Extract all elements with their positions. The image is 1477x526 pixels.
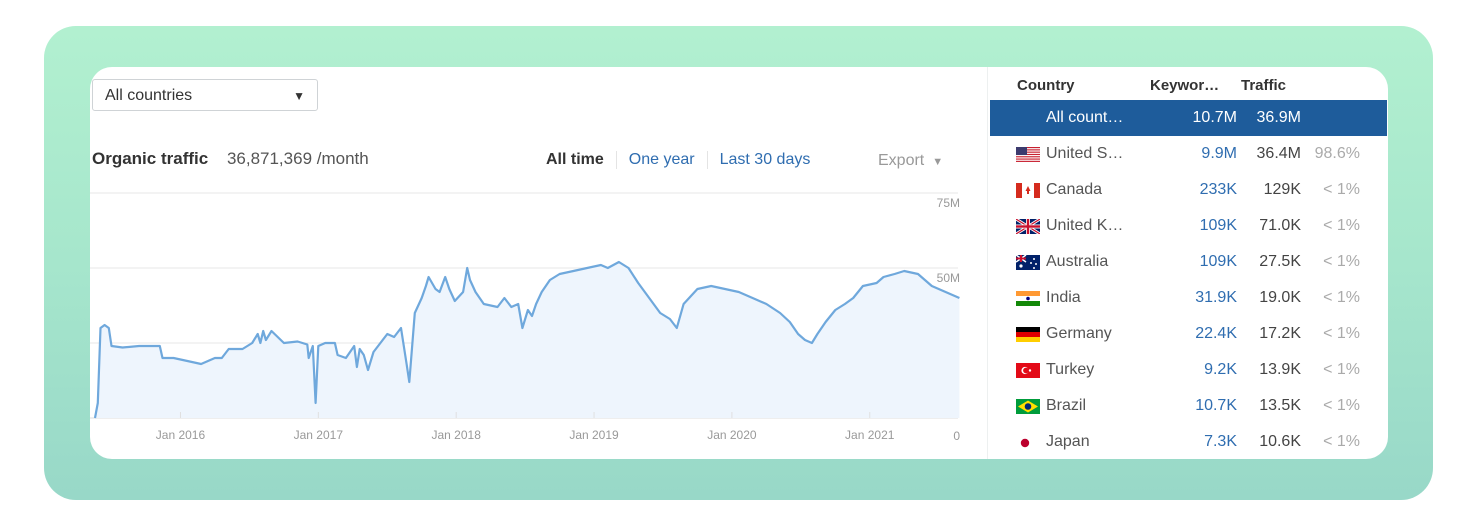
traffic-value: 13.5K	[1259, 397, 1301, 414]
traffic-value: 36.4M	[1256, 145, 1301, 162]
series-area	[95, 262, 960, 418]
time-range-tabs: All time One year Last 30 days	[546, 151, 822, 169]
summary-label: Organic traffic	[92, 149, 209, 168]
traffic-share: < 1%	[1323, 217, 1360, 234]
country-name: India	[1046, 289, 1081, 306]
traffic-share: < 1%	[1323, 325, 1360, 342]
y-tick-label: 0	[953, 429, 960, 443]
country-name: Brazil	[1046, 397, 1087, 414]
traffic-summary: Organic traffic 36,871,369 /month	[92, 149, 369, 169]
country-table: Country Keywor… Traffic All count… 10.7M 3…	[987, 67, 1388, 459]
traffic-share: < 1%	[1323, 397, 1360, 414]
country-name: All count…	[1046, 109, 1124, 126]
traffic-value: 17.2K	[1259, 325, 1301, 342]
export-label: Export	[878, 152, 925, 169]
x-tick-label: Jan 2020	[707, 428, 757, 442]
traffic-value: 36.9M	[1256, 109, 1301, 126]
flag-au-icon	[1016, 255, 1040, 270]
country-name: Japan	[1046, 433, 1090, 450]
organic-traffic-chart: 75M50M25M0Jan 2016Jan 2017Jan 2018Jan 20…	[90, 192, 960, 443]
column-country[interactable]: Country	[1017, 77, 1075, 94]
keywords-value[interactable]: 109K	[1200, 253, 1237, 271]
country-name: United S…	[1046, 145, 1124, 162]
keywords-value[interactable]: 9.9M	[1201, 145, 1237, 163]
y-tick-label: 75M	[937, 196, 960, 210]
table-header: Country Keywor… Traffic	[988, 75, 1388, 101]
table-row[interactable]: Canada 233K 129K < 1%	[990, 172, 1387, 208]
traffic-value: 27.5K	[1259, 253, 1301, 270]
flag-tr-icon	[1016, 363, 1040, 378]
table-row[interactable]: United K… 109K 71.0K < 1%	[990, 208, 1387, 244]
x-tick-label: Jan 2016	[156, 428, 206, 442]
traffic-share: < 1%	[1323, 289, 1360, 306]
keywords-value[interactable]: 7.3K	[1204, 433, 1237, 451]
traffic-share: 98.6%	[1314, 145, 1360, 162]
country-select-value: All countries	[105, 87, 193, 104]
traffic-share: < 1%	[1323, 253, 1360, 270]
column-traffic[interactable]: Traffic	[1241, 77, 1286, 94]
y-tick-label: 50M	[937, 271, 960, 285]
tab-one-year[interactable]: One year	[615, 151, 707, 169]
keywords-value[interactable]: 10.7K	[1195, 397, 1237, 415]
keywords-value[interactable]: 109K	[1200, 217, 1237, 235]
traffic-share: < 1%	[1323, 433, 1360, 450]
keywords-value[interactable]: 9.2K	[1204, 361, 1237, 379]
summary-value: 36,871,369 /month	[226, 149, 369, 168]
x-tick-label: Jan 2021	[845, 428, 895, 442]
table-row[interactable]: Germany 22.4K 17.2K < 1%	[990, 316, 1387, 352]
table-row[interactable]: All count… 10.7M 36.9M	[990, 100, 1387, 136]
keywords-value[interactable]: 233K	[1200, 181, 1237, 199]
traffic-value: 129K	[1263, 181, 1301, 198]
organic-traffic-card: All countries ▼ Organic traffic 36,871,3…	[90, 67, 1388, 459]
flag-br-icon	[1016, 399, 1040, 414]
traffic-share: < 1%	[1323, 361, 1360, 378]
country-name: Australia	[1046, 253, 1109, 270]
keywords-value[interactable]: 10.7M	[1193, 109, 1237, 127]
country-select[interactable]: All countries ▼	[92, 79, 318, 111]
x-tick-label: Jan 2018	[431, 428, 481, 442]
flag-ca-icon	[1016, 183, 1040, 198]
table-row[interactable]: Japan 7.3K 10.6K < 1%	[990, 424, 1387, 459]
flag-us-icon	[1016, 147, 1040, 162]
country-name: Germany	[1046, 325, 1112, 342]
traffic-share: < 1%	[1323, 181, 1360, 198]
chevron-down-icon: ▼	[932, 156, 944, 168]
traffic-value: 19.0K	[1259, 289, 1301, 306]
table-row[interactable]: Australia 109K 27.5K < 1%	[990, 244, 1387, 280]
flag-jp-icon	[1016, 435, 1040, 450]
keywords-value[interactable]: 31.9K	[1195, 289, 1237, 307]
country-name: Turkey	[1046, 361, 1095, 378]
country-name: United K…	[1046, 217, 1124, 234]
flag-gb-icon	[1016, 219, 1040, 234]
traffic-value: 10.6K	[1259, 433, 1301, 450]
table-row[interactable]: United S… 9.9M 36.4M 98.6%	[990, 136, 1387, 172]
country-name: Canada	[1046, 181, 1103, 198]
export-button[interactable]: Export ▼	[878, 152, 943, 170]
tab-last-30-days[interactable]: Last 30 days	[706, 151, 823, 169]
traffic-value: 71.0K	[1259, 217, 1301, 234]
column-keywords[interactable]: Keywor…	[1150, 77, 1219, 94]
tab-all-time[interactable]: All time	[546, 151, 616, 169]
keywords-value[interactable]: 22.4K	[1195, 325, 1237, 343]
table-row[interactable]: India 31.9K 19.0K < 1%	[990, 280, 1387, 316]
traffic-value: 13.9K	[1259, 361, 1301, 378]
x-tick-label: Jan 2017	[294, 428, 344, 442]
table-row[interactable]: Brazil 10.7K 13.5K < 1%	[990, 388, 1387, 424]
traffic-chart-panel: All countries ▼ Organic traffic 36,871,3…	[90, 67, 987, 459]
table-row[interactable]: Turkey 9.2K 13.9K < 1%	[990, 352, 1387, 388]
flag-in-icon	[1016, 291, 1040, 306]
flag-de-icon	[1016, 327, 1040, 342]
chevron-down-icon: ▼	[293, 89, 305, 103]
x-tick-label: Jan 2019	[569, 428, 619, 442]
